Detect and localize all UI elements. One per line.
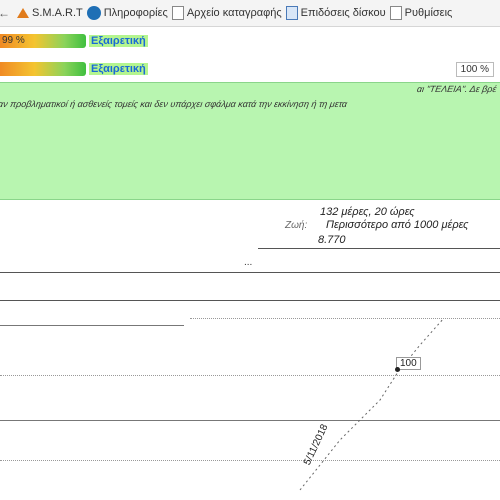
graph-ellipsis: ... — [244, 257, 253, 268]
info-panel: αι "ΤΕΛΕΙΑ". Δε βρέ αν προβληματικοί ή α… — [0, 82, 500, 200]
graph-line — [0, 300, 500, 301]
bookmark-smart[interactable]: S.M.A.R.T — [17, 7, 83, 19]
written-total-value: 8.770 — [318, 234, 346, 246]
health-row: 99 % Εξαιρετική — [0, 30, 500, 54]
graph-gridline — [190, 318, 500, 319]
info-line-1: αι "ΤΕΛΕΙΑ". Δε βρέ — [415, 84, 497, 94]
powered-on-duration: 132 μέρες, 20 ώρες — [320, 206, 415, 218]
bookmark-info[interactable]: Πληροφορίες — [86, 6, 168, 20]
graph-gridline — [0, 460, 500, 461]
info-line-2: αν προβληματικοί ή ασθενείς τομείς και δ… — [0, 99, 348, 109]
bookmark-label: Επιδόσεις δίσκου — [300, 7, 386, 19]
performance-row: Εξαιρετική 100 % — [0, 58, 500, 82]
bookmark-back[interactable]: ← — [0, 6, 13, 20]
performance-bar — [0, 62, 86, 76]
graph-line — [0, 272, 500, 273]
health-rating: Εξαιρετική — [89, 35, 148, 47]
bookmarks-bar: ← S.M.A.R.T Πληροφορίες Αρχείο καταγραφή… — [0, 0, 500, 27]
remaining-life-label: Ζωή: — [285, 220, 308, 231]
bookmark-label: Αρχείο καταγραφής — [186, 7, 282, 19]
data-point[interactable] — [395, 367, 400, 372]
page-icon — [171, 6, 184, 20]
bookmark-label: Ρυθμίσεις — [404, 7, 453, 19]
bookmark-settings[interactable]: Ρυθμίσεις — [389, 6, 453, 20]
smart-logo-icon — [17, 8, 29, 18]
health-bar-value: 99 % — [2, 35, 25, 46]
bookmark-label: Πληροφορίες — [103, 7, 168, 19]
graph-gridline — [0, 375, 500, 376]
disk-page-icon — [285, 6, 298, 20]
bookmark-label: S.M.A.R.T — [32, 7, 83, 19]
page-icon — [389, 6, 402, 20]
arrow-icon: ← — [0, 6, 10, 20]
graph-line — [0, 420, 500, 421]
info-circle-icon — [86, 6, 101, 20]
graph-line — [0, 325, 184, 326]
remaining-life-value: Περισσότερο από 1000 μέρες — [326, 219, 469, 231]
performance-percent: 100 % — [455, 62, 494, 77]
bookmark-log[interactable]: Αρχείο καταγραφής — [171, 6, 282, 20]
bookmark-disk-performance[interactable]: Επιδόσεις δίσκου — [285, 6, 386, 20]
graph-line — [258, 248, 500, 249]
performance-rating: Εξαιρετική — [89, 63, 148, 75]
